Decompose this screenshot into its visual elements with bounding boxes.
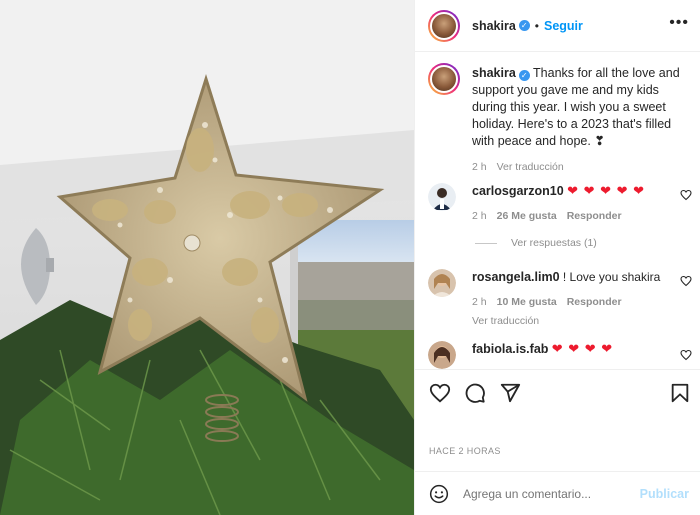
comment-text: ❤ ❤ ❤ ❤ ❤ [567,183,645,198]
christmas-star-photo [0,0,414,515]
more-options-icon[interactable]: ••• [669,15,689,31]
publish-button[interactable]: Publicar [640,487,689,501]
comment-time[interactable]: 2 h [472,296,487,308]
comment-body: carlosgarzon10 ❤ ❤ ❤ ❤ ❤ 2 h 26 Me gusta R… [472,183,672,224]
author-avatar[interactable] [428,9,460,42]
post-photo [0,0,414,515]
view-replies-label[interactable]: Ver respuestas (1) [511,237,597,249]
verified-icon: ✓ [518,70,530,81]
replies-divider [475,242,497,244]
caption-username[interactable]: shakira [472,66,516,80]
comment-text: ❤ ❤ ❤ ❤ [551,341,614,356]
author-username[interactable]: shakira [472,19,516,33]
comments-list[interactable]: shakira ✓ Thanks for all the love and sup… [415,53,700,369]
caption-avatar[interactable] [428,63,460,95]
post-header: shakira ✓ • Seguir ••• [415,0,700,52]
comment-body: fabiola.is.fab ❤ ❤ ❤ ❤ [472,341,672,357]
like-comment-icon[interactable] [680,349,692,361]
comment-likes[interactable]: 10 Me gusta [497,296,557,308]
post-actions-bar [415,369,700,411]
commenter-avatar[interactable] [428,269,456,297]
caption-meta: 2 h Ver traducción [472,159,687,176]
separator-dot: • [534,18,539,33]
add-comment-bar: Publicar [415,471,700,515]
commenter-avatar[interactable] [428,341,456,369]
smile-icon[interactable] [429,484,449,504]
post-sidebar: shakira ✓ • Seguir ••• shakira ✓ Thanks f… [414,0,700,515]
reply-button[interactable]: Responder [567,296,622,308]
like-comment-icon[interactable] [680,189,692,201]
bookmark-icon[interactable] [669,382,691,404]
comment-time[interactable]: 2 h [472,210,487,222]
comment-username[interactable]: carlosgarzon10 [472,184,564,198]
comment-input[interactable] [463,487,643,501]
comment-meta: 2 h 26 Me gusta Responder [472,208,672,224]
post-timestamp[interactable]: HACE 2 HORAS [429,446,501,456]
comment-username[interactable]: fabiola.is.fab [472,342,548,356]
comment-translate: Ver traducción [472,313,672,329]
see-translation-link[interactable]: Ver traducción [497,161,564,173]
reply-button[interactable]: Responder [567,210,622,222]
comment-likes[interactable]: 26 Me gusta [497,210,557,222]
send-icon[interactable] [499,382,521,404]
comment-text: ! Love you shakira [562,270,661,284]
see-translation-link[interactable]: Ver traducción [472,315,539,327]
view-replies-button[interactable]: Ver respuestas (1) [475,237,597,249]
heart-icon[interactable] [429,382,451,404]
caption-time[interactable]: 2 h [472,161,487,173]
verified-icon: ✓ [518,20,530,31]
commenter-avatar[interactable] [428,183,456,211]
comment-username[interactable]: rosangela.lim0 [472,270,560,284]
caption-body: shakira ✓ Thanks for all the love and sup… [472,65,687,176]
comment-icon[interactable] [464,382,486,404]
follow-button[interactable]: Seguir [544,19,583,33]
comment-body: rosangela.lim0 ! Love you shakira 2 h 10 … [472,269,672,329]
like-comment-icon[interactable] [680,275,692,287]
comment-meta: 2 h 10 Me gusta Responder [472,294,672,310]
